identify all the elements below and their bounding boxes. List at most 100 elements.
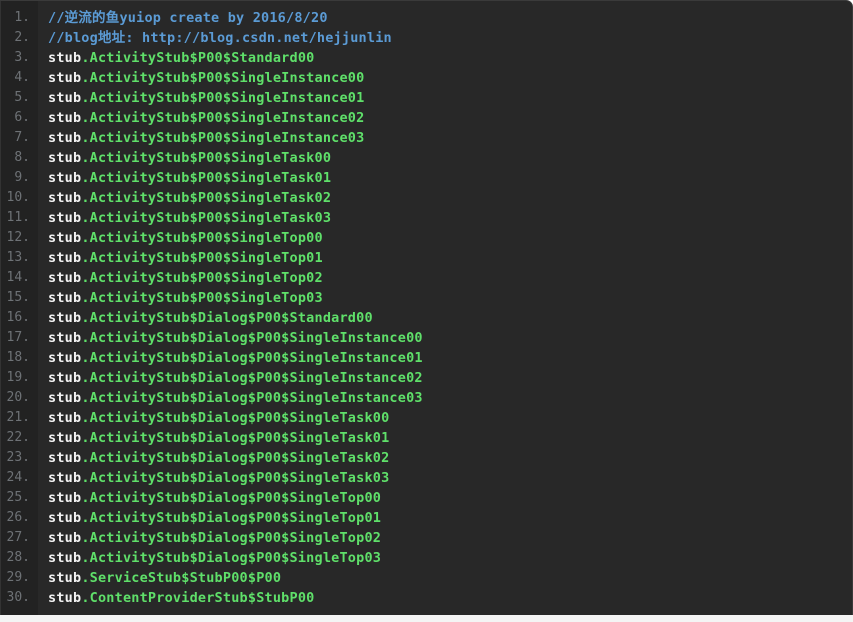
comment-token: //blog地址: http://blog.csdn.net/hejjunlin: [48, 30, 392, 46]
class-name-token: .ActivityStub$Dialog$P00$SingleTask01: [81, 430, 390, 446]
line-number: 30.: [6, 590, 30, 605]
line-number: 26.: [6, 510, 30, 525]
code-line[interactable]: 10. stub.ActivityStub$P00$SingleTask02: [0, 188, 852, 208]
namespace-token: stub: [48, 230, 82, 246]
line-number: 28.: [6, 550, 30, 565]
code-line[interactable]: 16. stub.ActivityStub$Dialog$P00$Standard…: [0, 308, 852, 328]
code-block-viewer[interactable]: 1. //逆流的鱼yuiop create by 2016/8/20 2. //blo…: [0, 0, 853, 615]
code-line-content: //blog地址: http://blog.csdn.net/hejjunlin: [48, 28, 392, 48]
code-line[interactable]: 14. stub.ActivityStub$P00$SingleTop02: [0, 268, 852, 288]
line-number: 9.: [14, 170, 30, 185]
class-name-token: .ActivityStub$P00$SingleTop00: [81, 230, 323, 246]
class-name-token: .ActivityStub$P00$SingleInstance01: [81, 90, 365, 106]
line-number: 27.: [6, 530, 30, 545]
class-name-token: .ActivityStub$P00$SingleTask00: [81, 150, 332, 166]
namespace-token: stub: [48, 290, 82, 306]
code-line[interactable]: 27. stub.ActivityStub$Dialog$P00$SingleTo…: [0, 528, 852, 548]
line-number: 3.: [14, 50, 30, 65]
class-name-token: .ActivityStub$Dialog$P00$SingleInstance0…: [81, 370, 423, 386]
code-line[interactable]: 3. stub.ActivityStub$P00$Standard00: [0, 48, 852, 68]
namespace-token: stub: [48, 390, 82, 406]
namespace-token: stub: [48, 490, 82, 506]
code-line-content: stub.ActivityStub$Dialog$P00$SingleTask0…: [48, 428, 389, 448]
namespace-token: stub: [48, 450, 82, 466]
code-line[interactable]: 1. //逆流的鱼yuiop create by 2016/8/20: [0, 8, 852, 28]
line-number: 8.: [14, 150, 30, 165]
line-number: 11.: [6, 210, 30, 225]
code-line[interactable]: 20. stub.ActivityStub$Dialog$P00$SingleIn…: [0, 388, 852, 408]
code-line[interactable]: 19. stub.ActivityStub$Dialog$P00$SingleIn…: [0, 368, 852, 388]
line-number: 5.: [14, 90, 30, 105]
code-line[interactable]: 9. stub.ActivityStub$P00$SingleTask01: [0, 168, 852, 188]
code-line[interactable]: 12. stub.ActivityStub$P00$SingleTop00: [0, 228, 852, 248]
code-line[interactable]: 21. stub.ActivityStub$Dialog$P00$SingleTa…: [0, 408, 852, 428]
namespace-token: stub: [48, 110, 82, 126]
code-line[interactable]: 22. stub.ActivityStub$Dialog$P00$SingleTa…: [0, 428, 852, 448]
namespace-token: stub: [48, 430, 82, 446]
namespace-token: stub: [48, 350, 82, 366]
code-line-content: stub.ActivityStub$P00$SingleTop03: [48, 288, 323, 308]
code-line-content: stub.ActivityStub$P00$SingleTop02: [48, 268, 323, 288]
code-line[interactable]: 13. stub.ActivityStub$P00$SingleTop01: [0, 248, 852, 268]
comment-token: //逆流的鱼yuiop create by 2016/8/20: [48, 10, 328, 26]
code-line[interactable]: 24. stub.ActivityStub$Dialog$P00$SingleTa…: [0, 468, 852, 488]
code-line-content: stub.ActivityStub$Dialog$P00$SingleInsta…: [48, 368, 423, 388]
code-line[interactable]: 8. stub.ActivityStub$P00$SingleTask00: [0, 148, 852, 168]
code-line[interactable]: 15. stub.ActivityStub$P00$SingleTop03: [0, 288, 852, 308]
code-line-content: stub.ActivityStub$Dialog$P00$SingleTask0…: [48, 448, 389, 468]
code-line[interactable]: 5. stub.ActivityStub$P00$SingleInstance01: [0, 88, 852, 108]
line-number: 22.: [6, 430, 30, 445]
code-line[interactable]: 11. stub.ActivityStub$P00$SingleTask03: [0, 208, 852, 228]
code-line[interactable]: 30. stub.ContentProviderStub$StubP00: [0, 588, 852, 608]
class-name-token: .ActivityStub$P00$SingleTask01: [81, 170, 332, 186]
code-line-content: stub.ActivityStub$P00$SingleTop00: [48, 228, 323, 248]
class-name-token: .ActivityStub$Dialog$P00$SingleTop03: [81, 550, 382, 566]
code-line-list[interactable]: 1. //逆流的鱼yuiop create by 2016/8/20 2. //blo…: [0, 1, 852, 608]
code-line[interactable]: 18. stub.ActivityStub$Dialog$P00$SingleIn…: [0, 348, 852, 368]
line-number: 19.: [6, 370, 30, 385]
code-line[interactable]: 25. stub.ActivityStub$Dialog$P00$SingleTo…: [0, 488, 852, 508]
line-number: 10.: [6, 190, 30, 205]
class-name-token: .ActivityStub$Dialog$P00$SingleTask00: [81, 410, 390, 426]
code-line-content: stub.ActivityStub$P00$SingleInstance01: [48, 88, 364, 108]
class-name-token: .ActivityStub$P00$Standard00: [81, 50, 315, 66]
class-name-token: .ActivityStub$P00$SingleInstance03: [81, 130, 365, 146]
code-line[interactable]: 4. stub.ActivityStub$P00$SingleInstance00: [0, 68, 852, 88]
line-number: 15.: [6, 290, 30, 305]
line-number: 7.: [14, 130, 30, 145]
class-name-token: .ActivityStub$P00$SingleInstance02: [81, 110, 365, 126]
code-line-content: stub.ActivityStub$Dialog$P00$Standard00: [48, 308, 373, 328]
line-number: 29.: [6, 570, 30, 585]
class-name-token: .ServiceStub$StubP00$P00: [81, 570, 282, 586]
code-line[interactable]: 29. stub.ServiceStub$StubP00$P00: [0, 568, 852, 588]
code-line[interactable]: 23. stub.ActivityStub$Dialog$P00$SingleTa…: [0, 448, 852, 468]
code-line[interactable]: 17. stub.ActivityStub$Dialog$P00$SingleIn…: [0, 328, 852, 348]
class-name-token: .ActivityStub$Dialog$P00$SingleTop01: [81, 510, 382, 526]
namespace-token: stub: [48, 170, 82, 186]
namespace-token: stub: [48, 570, 82, 586]
line-number: 4.: [14, 70, 30, 85]
class-name-token: .ContentProviderStub$StubP00: [81, 590, 315, 606]
code-line-content: stub.ActivityStub$P00$Standard00: [48, 48, 315, 68]
class-name-token: .ActivityStub$Dialog$P00$SingleInstance0…: [81, 390, 423, 406]
code-line[interactable]: 6. stub.ActivityStub$P00$SingleInstance02: [0, 108, 852, 128]
line-number: 2.: [14, 30, 30, 45]
class-name-token: .ActivityStub$P00$SingleTop02: [81, 270, 323, 286]
namespace-token: stub: [48, 370, 82, 386]
code-line[interactable]: 28. stub.ActivityStub$Dialog$P00$SingleTo…: [0, 548, 852, 568]
class-name-token: .ActivityStub$Dialog$P00$SingleInstance0…: [81, 330, 423, 346]
class-name-token: .ActivityStub$Dialog$P00$SingleTask02: [81, 450, 390, 466]
code-line-content: stub.ActivityStub$Dialog$P00$SingleTop03: [48, 548, 381, 568]
code-line[interactable]: 26. stub.ActivityStub$Dialog$P00$SingleTo…: [0, 508, 852, 528]
namespace-token: stub: [48, 270, 82, 286]
namespace-token: stub: [48, 190, 82, 206]
namespace-token: stub: [48, 250, 82, 266]
code-line-content: stub.ActivityStub$Dialog$P00$SingleInsta…: [48, 348, 423, 368]
code-line[interactable]: 2. //blog地址: http://blog.csdn.net/hejjunl…: [0, 28, 852, 48]
code-line[interactable]: 7. stub.ActivityStub$P00$SingleInstance03: [0, 128, 852, 148]
page-background-strip: [0, 615, 853, 622]
code-line-content: stub.ActivityStub$P00$SingleInstance02: [48, 108, 364, 128]
line-number: 25.: [6, 490, 30, 505]
namespace-token: stub: [48, 150, 82, 166]
code-line-content: stub.ActivityStub$P00$SingleInstance00: [48, 68, 364, 88]
